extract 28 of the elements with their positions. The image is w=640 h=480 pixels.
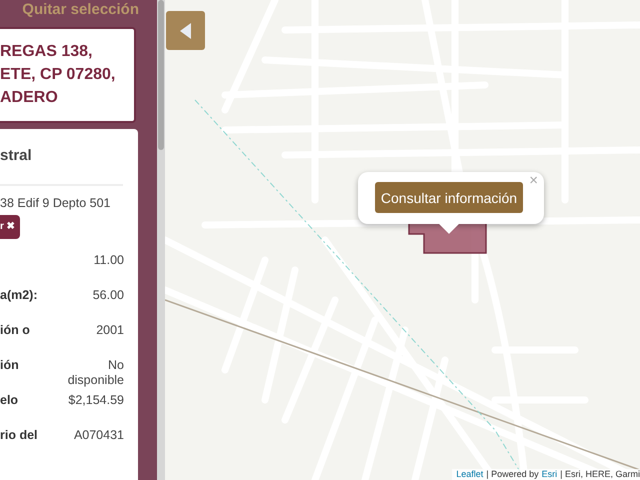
parcel-shape[interactable] [408,222,488,254]
collapse-button[interactable] [166,11,205,50]
left-triangle-icon [180,22,192,38]
field-value: No disponible [66,358,124,388]
address-line: REGAS 138, [0,42,94,62]
address-line: ADERO [0,88,59,108]
field-value: 11.00 [92,253,124,268]
field-value: 56.00 [92,288,124,303]
card-title: stral [0,147,33,165]
attribution-link[interactable]: Leaflet [456,469,484,480]
attribution-link[interactable]: Esri [542,469,558,480]
field-value: $2,154.59 [67,393,124,408]
property-address: 38 Edif 9 Depto 501 [0,195,112,211]
field-label: ión o [0,323,30,338]
attribution-text: | Powered by [486,469,539,480]
address-line: ETE, CP 07280, [0,65,116,85]
field-label: a(m2): [0,288,38,303]
field-value: 2001 [95,323,124,338]
field-label: elo [0,393,18,408]
map-area[interactable]: Consultar información × Leaflet | Powered by Esri | Esri, HERE, Garmi [165,0,640,480]
field-label: rio del [0,428,38,443]
remove-button[interactable]: r ✖ [0,215,20,239]
consult-button[interactable]: Consultar información [375,182,523,213]
attribution-text: | Esri, HERE, Garmi [560,469,640,480]
field-label: ión [0,358,19,373]
scrollbar-thumb[interactable] [158,0,164,150]
clear-selection-link[interactable]: Quitar selección [22,0,139,20]
field-value: A070431 [72,428,124,443]
